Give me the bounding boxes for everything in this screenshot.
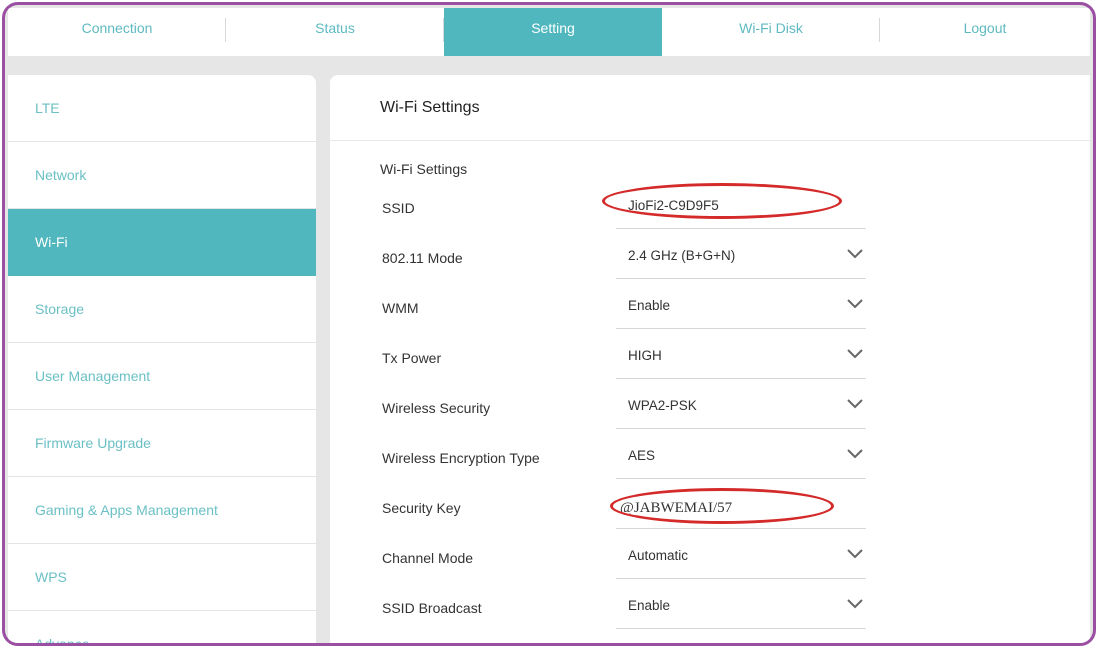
- sidebar-item-lte[interactable]: LTE: [8, 75, 316, 142]
- sidebar-item-wifi[interactable]: Wi-Fi: [8, 209, 316, 276]
- chevron-down-icon: [846, 596, 864, 610]
- wmm-label: WMM: [382, 300, 419, 316]
- tab-label: Logout: [963, 20, 1007, 36]
- sidebar-item-label: WPS: [35, 569, 67, 585]
- tx-power-value: HIGH: [628, 348, 662, 363]
- chevron-down-icon: [846, 346, 864, 360]
- setting-row-wmm: WMM Enable: [382, 286, 902, 336]
- setting-row-security-key: Security Key @JABWEMAI/57: [382, 486, 902, 536]
- tab-wifi-disk[interactable]: Wi-Fi Disk: [662, 8, 880, 56]
- sidebar-item-firmware-upgrade[interactable]: Firmware Upgrade: [8, 410, 316, 477]
- chevron-down-icon: [846, 296, 864, 310]
- sidebar-item-label: User Management: [35, 368, 151, 384]
- channel-mode-select[interactable]: Automatic: [616, 536, 866, 579]
- tab-label: Status: [315, 20, 355, 36]
- sidebar-item-label: Storage: [35, 301, 85, 317]
- channel-mode-label: Channel Mode: [382, 550, 474, 566]
- settings-panel: Wi-Fi Settings Wi-Fi Settings SSID JioFi…: [330, 75, 1090, 643]
- encryption-type-label: Wireless Encryption Type: [382, 450, 540, 466]
- security-key-value: @JABWEMAI/57: [620, 500, 733, 516]
- ssid-label: SSID: [382, 200, 415, 216]
- sidebar-item-wps[interactable]: WPS: [8, 544, 316, 611]
- setting-row-ssid: SSID JioFi2-C9D9F5: [382, 186, 902, 236]
- encryption-type-select[interactable]: AES: [616, 436, 866, 479]
- tab-setting[interactable]: Setting: [444, 8, 662, 56]
- sidebar-item-advance[interactable]: Advance: [8, 611, 316, 645]
- page-title: Wi-Fi Settings: [380, 99, 480, 116]
- wmm-select[interactable]: Enable: [616, 286, 866, 329]
- tx-power-select[interactable]: HIGH: [616, 336, 866, 379]
- title-divider: [330, 140, 1090, 141]
- sidebar-item-network[interactable]: Network: [8, 142, 316, 209]
- sidebar-item-label: LTE: [35, 100, 60, 116]
- wmm-value: Enable: [628, 298, 671, 313]
- sidebar-item-label: Gaming & Apps Management: [35, 502, 218, 518]
- tab-label: Connection: [81, 20, 153, 36]
- ssid-input[interactable]: JioFi2-C9D9F5: [616, 186, 866, 229]
- channel-mode-value: Automatic: [628, 548, 689, 563]
- setting-row-tx-power: Tx Power HIGH: [382, 336, 902, 386]
- setting-row-wireless-security: Wireless Security WPA2-PSK: [382, 386, 902, 436]
- sidebar-item-user-management[interactable]: User Management: [8, 343, 316, 410]
- tab-label: Setting: [531, 20, 575, 36]
- ssid-value: JioFi2-C9D9F5: [628, 198, 719, 213]
- tab-label: Wi-Fi Disk: [739, 20, 803, 36]
- tab-connection[interactable]: Connection: [8, 8, 226, 56]
- wireless-security-select[interactable]: WPA2-PSK: [616, 386, 866, 429]
- wireless-security-label: Wireless Security: [382, 400, 491, 416]
- section-title: Wi-Fi Settings: [380, 161, 468, 177]
- chevron-down-icon: [846, 396, 864, 410]
- sidebar-item-storage[interactable]: Storage: [8, 276, 316, 343]
- sidebar-item-label: Wi-Fi: [35, 234, 68, 250]
- sidebar-item-label: Firmware Upgrade: [35, 435, 151, 451]
- setting-row-ssid-broadcast: SSID Broadcast Enable: [382, 586, 902, 636]
- tx-power-label: Tx Power: [382, 350, 442, 366]
- sidebar-item-label: Advance: [35, 636, 90, 645]
- setting-row-channel-mode: Channel Mode Automatic: [382, 536, 902, 586]
- tab-status[interactable]: Status: [226, 8, 444, 56]
- setting-row-80211-mode: 802.11 Mode 2.4 GHz (B+G+N): [382, 236, 902, 286]
- security-key-input[interactable]: @JABWEMAI/57: [616, 486, 866, 529]
- wireless-security-value: WPA2-PSK: [628, 398, 697, 413]
- 80211-mode-value: 2.4 GHz (B+G+N): [628, 248, 736, 263]
- sidebar-item-label: Network: [35, 167, 87, 183]
- chevron-down-icon: [846, 246, 864, 260]
- chevron-down-icon: [846, 546, 864, 560]
- security-key-label: Security Key: [382, 500, 461, 516]
- sidebar-item-gaming-apps[interactable]: Gaming & Apps Management: [8, 477, 316, 544]
- ssid-broadcast-value: Enable: [628, 598, 671, 613]
- encryption-type-value: AES: [628, 448, 656, 463]
- 80211-mode-label: 802.11 Mode: [382, 250, 463, 266]
- top-navigation: Connection Status Setting Wi-Fi Disk Log…: [8, 8, 1090, 56]
- screenshot-frame: Connection Status Setting Wi-Fi Disk Log…: [2, 2, 1096, 646]
- sidebar: LTE Network Wi-Fi Storage User Managemen…: [8, 75, 316, 645]
- ssid-broadcast-select[interactable]: Enable: [616, 586, 866, 629]
- 80211-mode-select[interactable]: 2.4 GHz (B+G+N): [616, 236, 866, 279]
- tab-logout[interactable]: Logout: [880, 8, 1090, 56]
- ssid-broadcast-label: SSID Broadcast: [382, 600, 482, 616]
- chevron-down-icon: [846, 446, 864, 460]
- setting-row-encryption-type: Wireless Encryption Type AES: [382, 436, 902, 486]
